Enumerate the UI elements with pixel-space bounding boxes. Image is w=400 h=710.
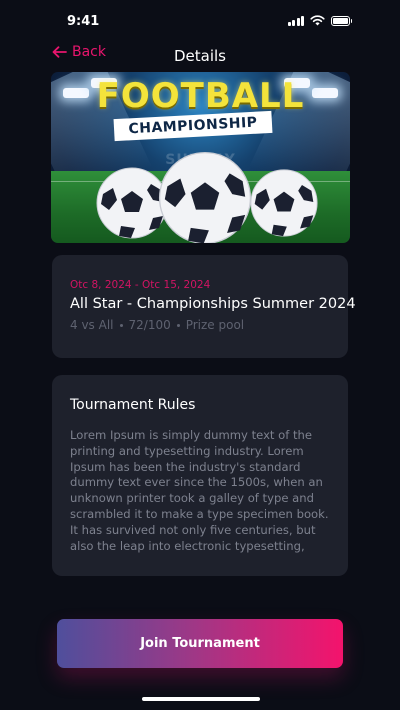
event-dates: Otc 8, 2024 - Otc 15, 2024 xyxy=(70,279,211,291)
event-prize: Prize pool xyxy=(185,318,245,332)
status-icons xyxy=(287,15,352,26)
soccer-ball-icon xyxy=(158,151,252,243)
tournament-details-screen: 9:41 Back Details FOOTBALL CHAMPIONSHIP … xyxy=(0,0,400,710)
tournament-banner-image: FOOTBALL CHAMPIONSHIP SUNDAY xyxy=(51,72,350,243)
status-time: 9:41 xyxy=(67,14,100,29)
join-tournament-button[interactable]: Join Tournament xyxy=(57,619,343,668)
separator-dot xyxy=(119,323,123,327)
header: Back Details xyxy=(0,40,400,70)
battery-icon xyxy=(331,15,352,26)
soccer-ball-icon xyxy=(250,169,318,237)
rules-heading: Tournament Rules xyxy=(70,397,196,413)
tournament-rules-card: Tournament Rules Lorem Ipsum is simply d… xyxy=(52,375,348,576)
event-title: All Star - Championships Summer 2024 xyxy=(70,296,356,312)
banner-title: FOOTBALL xyxy=(96,76,305,116)
rules-body: Lorem Ipsum is simply dummy text of the … xyxy=(70,428,329,553)
event-info-card: Otc 8, 2024 - Otc 15, 2024 All Star - Ch… xyxy=(52,255,356,358)
event-format: 4 vs All xyxy=(70,318,114,332)
separator-dot xyxy=(176,323,180,327)
wifi-icon xyxy=(310,15,325,26)
cellular-signal-icon xyxy=(287,15,304,26)
event-meta: 4 vs All 72/100 Prize pool xyxy=(70,318,330,332)
status-bar: 9:41 xyxy=(0,0,400,44)
page-title: Details xyxy=(173,47,226,65)
home-indicator xyxy=(142,697,260,701)
event-participants: 72/100 xyxy=(128,318,171,332)
